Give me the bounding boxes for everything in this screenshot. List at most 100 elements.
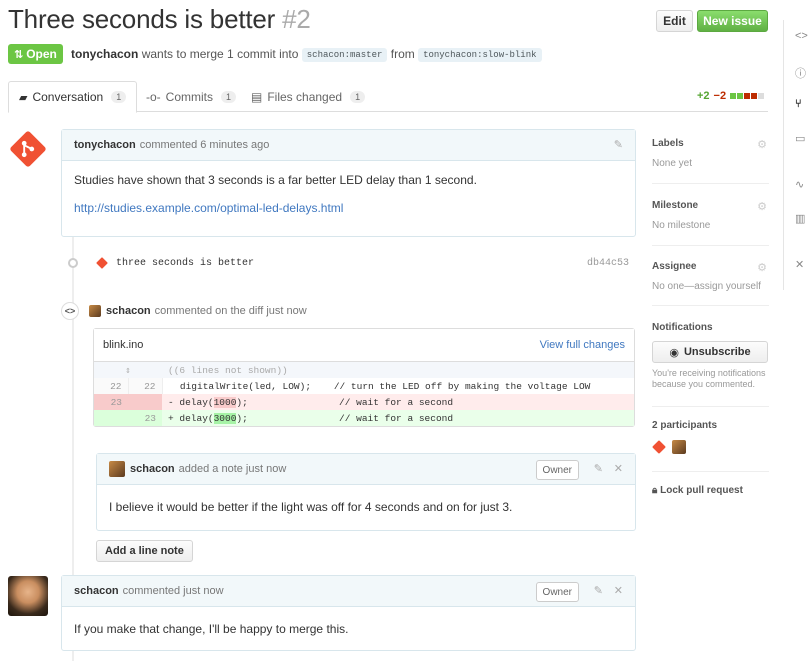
sidebar-assignee[interactable]: Assignee ⚙ No one—assign yourself [652,261,769,306]
pulse-icon[interactable]: ∿ [795,178,804,191]
note-header: schacon added a note just now Owner ✎ ✕ [97,454,635,485]
participants-title: 2 participants [652,420,718,431]
pencil-icon[interactable]: ✎ [594,584,603,597]
new-line-number: 22 [128,378,163,394]
close-icon[interactable]: ✕ [614,584,623,597]
diff-highlight: 1000 [213,396,237,408]
notifications-reason: You're receiving notifications because y… [652,368,766,389]
tab-commits-label: Commits [165,89,214,104]
tab-files-count: 1 [350,90,366,103]
inline-note: schacon added a note just now Owner ✎ ✕ … [96,453,636,531]
new-issue-button[interactable]: New issue [697,10,768,32]
gear-icon[interactable]: ⚙ [757,200,767,213]
edit-button[interactable]: Edit [656,10,693,32]
tab-commits[interactable]: -o- Commits 1 [136,81,246,112]
add-line-note-button[interactable]: Add a line note [96,540,193,562]
head-branch: tonychacon:slow-blink [418,48,542,62]
old-line-number [94,410,128,426]
hunk-text: ((6 lines not shown)) [162,362,634,378]
tab-conversation-label: Conversation [32,90,104,104]
sidebar-assignee-value[interactable]: No one—assign yourself [652,281,769,292]
tab-files-label: Files changed [267,89,343,104]
avatar[interactable] [652,440,666,454]
old-line-number: 22 [94,378,129,394]
settings-tools-icon[interactable]: ✕ [795,258,804,271]
lock-pull-request-link[interactable]: 🔒︎ Lock pull request [652,485,743,496]
diff-line-suffix: ); // wait for a second [236,412,454,424]
git-commit-icon: -o- [146,89,161,104]
diff-hunk-row: ⇕ ((6 lines not shown)) [94,362,634,378]
avatar [89,305,101,317]
gear-icon[interactable]: ⚙ [757,261,767,274]
sidebar-labels[interactable]: Labels ⚙ None yet [652,138,769,184]
owner-badge: Owner [535,460,579,480]
comment-header: schacon commented just now Owner ✎ ✕ [62,576,635,607]
code-icon[interactable]: <> [795,30,808,42]
sidebar-milestone[interactable]: Milestone ⚙ No milestone [652,200,769,246]
diff-line-suffix: ); // wait for a second [236,396,454,408]
pr-tabs: ▰ Conversation 1 -o- Commits 1 ▤ Files c… [8,81,768,113]
diff-comment-author[interactable]: schacon [106,305,151,317]
comment-author[interactable]: schacon [74,585,119,597]
lock-label: Lock pull request [660,485,743,496]
comment-link[interactable]: http://studies.example.com/optimal-led-d… [74,201,343,215]
diff-file: blink.ino View full changes ⇕ ((6 lines … [93,328,635,427]
pencil-icon[interactable]: ✎ [614,138,623,151]
eye-icon: ◉ [669,346,679,359]
tab-files-changed[interactable]: ▤ Files changed 1 [241,81,375,112]
file-name: blink.ino [103,339,144,351]
pencil-icon[interactable]: ✎ [594,462,603,475]
commit-dot-icon [68,258,78,268]
view-full-changes-link[interactable]: View full changes [540,339,625,351]
diffstat-blocks [730,93,765,99]
diff-line-added: 23 + delay(3000); // wait for a second [94,410,634,426]
close-icon[interactable]: ✕ [614,462,623,475]
avatar [8,576,48,616]
comment-text: If you make that change, I'll be happy t… [74,622,349,636]
pr-author[interactable]: tonychacon [71,47,138,61]
page-title: Three seconds is better #2 [8,4,311,35]
gear-icon[interactable]: ⚙ [757,138,767,151]
new-line-number: 23 [128,410,162,426]
comment-author[interactable]: tonychacon [74,139,136,151]
avatar[interactable] [671,439,686,454]
comment-text: Studies have shown that 3 seconds is a f… [74,173,477,187]
commit-row: three seconds is better db44c53 [65,254,635,272]
pull-request-icon: ⇅ [14,48,24,61]
note-body: I believe it would be better if the ligh… [109,500,513,514]
sidebar-labels-title: Labels [652,138,684,149]
issue-icon[interactable]: ⓘ [795,65,806,81]
git-logo-icon [96,257,108,269]
diffstat-deletions: −2 [713,90,727,102]
repo-nav-rail: <> ⓘ ⑂ ▭ ∿ ▥ ✕ [783,20,809,290]
unsubscribe-label: Unsubscribe [683,346,751,358]
tab-conversation[interactable]: ▰ Conversation 1 [8,81,138,113]
commit-message[interactable]: three seconds is better [116,258,254,269]
pull-request-icon[interactable]: ⑂ [795,98,802,110]
lock-icon: 🔒︎ [652,485,658,496]
base-branch: schacon:master [301,48,388,62]
tab-commits-count: 1 [221,90,237,103]
graph-icon[interactable]: ▥ [795,212,805,225]
sidebar-assignee-title: Assignee [652,261,697,272]
diff-line-text: - delay(1000); // wait for a second [162,394,634,410]
diff-highlight: 3000 [213,412,237,424]
sidebar-milestone-value: No milestone [652,220,711,231]
wiki-icon[interactable]: ▭ [795,132,805,145]
expand-icon[interactable]: ⇕ [94,362,162,378]
git-logo-avatar [10,131,46,167]
unsubscribe-button[interactable]: ◉ Unsubscribe [652,341,768,363]
diff-line-text: + delay(3000); // wait for a second [162,410,634,426]
comment-discussion-icon: ▰ [19,91,28,104]
diffstat: +2 −2 [697,90,765,102]
new-line-number [128,394,162,410]
comment-meta: commented just now [122,585,224,597]
diff-line-text: digitalWrite(led, LOW); // turn the LED … [168,380,591,392]
commit-sha[interactable]: db44c53 [587,258,629,269]
sidebar-notifications: Notifications ◉ Unsubscribe You're recei… [652,322,769,407]
diff-file-header: blink.ino View full changes [94,329,634,362]
diff-comment-meta: commented on the diff just now [154,305,307,317]
old-line-number: 23 [94,394,128,410]
note-author[interactable]: schacon [130,463,175,475]
diff-comment-row: <> schacon commented on the diff just no… [61,302,565,320]
